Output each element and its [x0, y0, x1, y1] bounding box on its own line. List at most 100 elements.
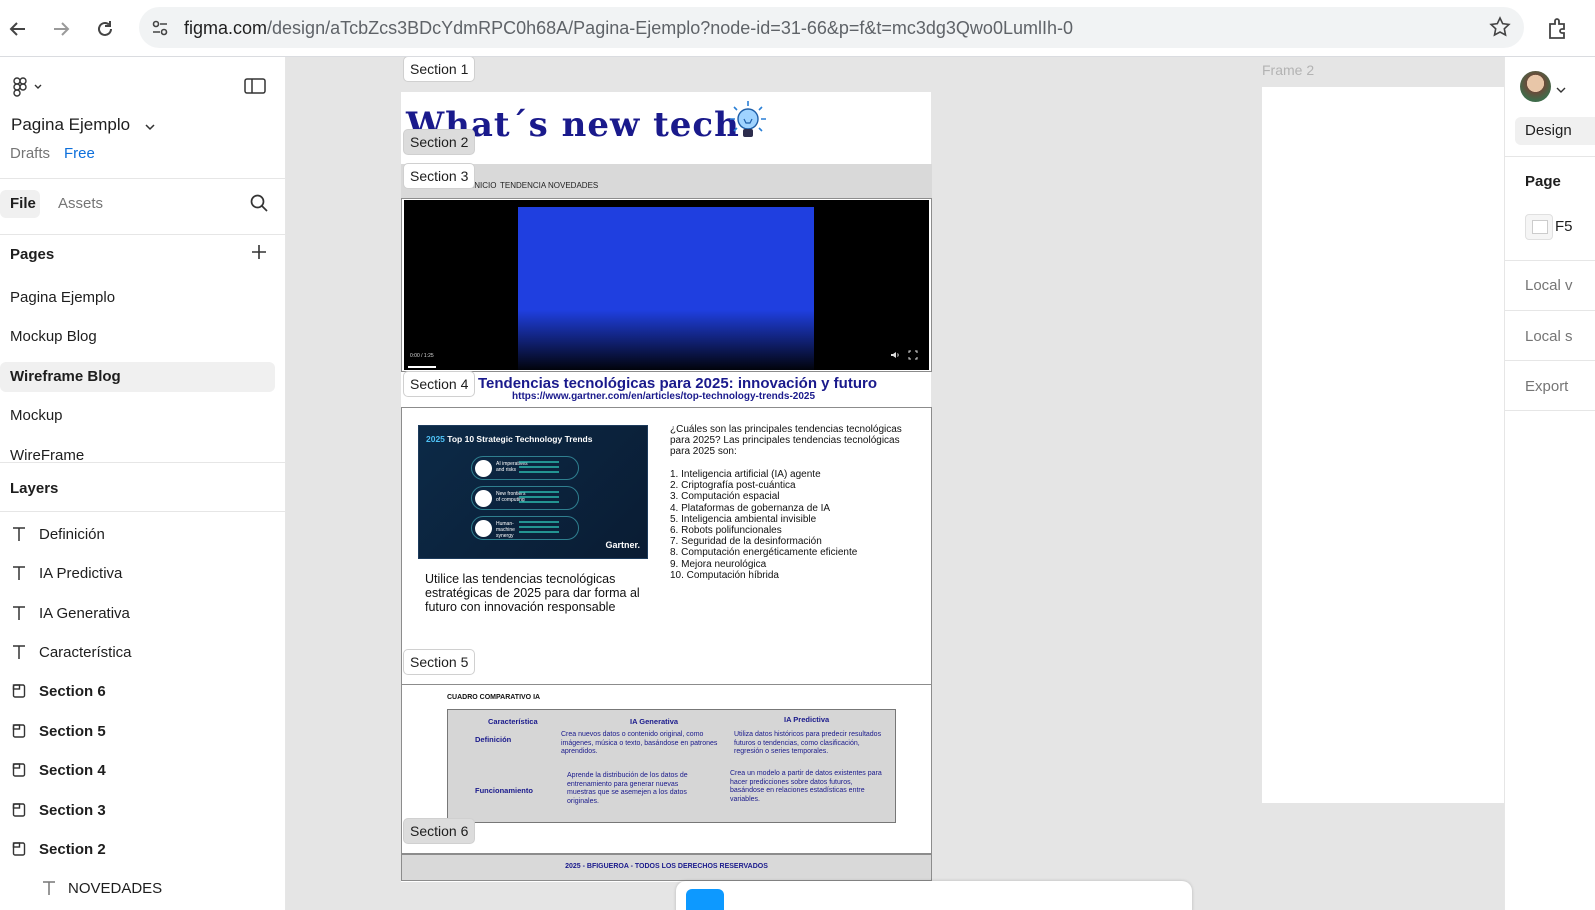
- layer-label: NOVEDADES: [68, 880, 163, 897]
- page-item-active[interactable]: Wireframe Blog: [0, 362, 275, 392]
- layer-item[interactable]: Section 3: [0, 797, 285, 827]
- section-label-6[interactable]: Section 6: [403, 818, 476, 844]
- section-label-5[interactable]: Section 5: [403, 649, 476, 675]
- add-page-icon[interactable]: [250, 243, 268, 266]
- article-title[interactable]: Tendencias tecnológicas para 2025: innov…: [478, 375, 877, 392]
- sidebar-toggle-icon: [244, 78, 266, 94]
- export-label[interactable]: Export: [1525, 378, 1568, 395]
- divider: [0, 511, 285, 512]
- divider: [0, 234, 285, 235]
- forward-button[interactable]: [46, 14, 76, 44]
- layer-item[interactable]: Definición: [0, 521, 285, 551]
- tab-file[interactable]: File: [0, 190, 40, 218]
- site-settings-icon[interactable]: [148, 16, 172, 40]
- site-footer[interactable]: 2025 - BFIGUEROA - TODOS LOS DERECHOS RE…: [401, 854, 932, 881]
- chevron-down-icon[interactable]: [144, 119, 156, 137]
- layer-label: Section 4: [39, 762, 106, 779]
- drafts-link[interactable]: Drafts: [10, 145, 50, 162]
- frame-2[interactable]: [1262, 87, 1504, 803]
- avatar[interactable]: [1520, 71, 1551, 102]
- design-canvas[interactable]: What´s new tech? INICIO TENDENCIA NOVEDA…: [286, 57, 1504, 910]
- reload-icon: [98, 21, 112, 36]
- layer-item[interactable]: NOVEDADES: [0, 875, 285, 905]
- section-5-frame[interactable]: [401, 684, 932, 854]
- divider: [1505, 260, 1595, 261]
- page-item[interactable]: Mockup Blog: [0, 322, 275, 352]
- figma-menu-button[interactable]: [10, 77, 46, 102]
- forward-arrow-icon: [54, 22, 70, 36]
- divider: [1505, 360, 1595, 361]
- plan-badge[interactable]: Free: [64, 145, 95, 162]
- section-label-1[interactable]: Section 1: [403, 57, 476, 82]
- layer-item[interactable]: Característica: [0, 639, 285, 669]
- back-button[interactable]: [3, 14, 33, 44]
- left-sidebar: Pagina Ejemplo Drafts Free File Assets P…: [0, 57, 286, 910]
- local-variables-label[interactable]: Local v: [1525, 277, 1573, 294]
- section-label-3[interactable]: Section 3: [403, 163, 476, 189]
- extensions-icon[interactable]: [1546, 16, 1570, 45]
- page-item[interactable]: WireFrame: [0, 441, 275, 471]
- layer-label: Section 5: [39, 723, 106, 740]
- page-heading: Page: [1525, 173, 1561, 190]
- layer-label: IA Generativa: [39, 605, 130, 622]
- section-3-frame[interactable]: [401, 198, 932, 372]
- nav-link-tendencia[interactable]: TENDENCIA: [500, 181, 546, 190]
- layer-label: Section 2: [39, 841, 106, 858]
- divider: [1505, 156, 1595, 157]
- text-layer-icon: [13, 645, 25, 659]
- nav-link-inicio[interactable]: INICIO: [472, 181, 496, 190]
- divider: [0, 462, 285, 463]
- layer-item[interactable]: IA Predictiva: [0, 560, 285, 590]
- layer-item[interactable]: IA Generativa: [0, 600, 285, 630]
- back-arrow-icon: [9, 22, 25, 36]
- layer-item[interactable]: Section 2: [0, 836, 285, 866]
- tab-design[interactable]: Design: [1515, 117, 1595, 145]
- file-name[interactable]: Pagina Ejemplo: [11, 115, 130, 135]
- frame-2-label[interactable]: Frame 2: [1262, 62, 1314, 78]
- section-4-frame[interactable]: [401, 407, 932, 685]
- layer-label: Definición: [39, 526, 105, 543]
- bottom-toolbar[interactable]: [676, 881, 1192, 910]
- right-sidebar: Design Page F5 Local v Local s Export: [1504, 57, 1595, 910]
- section-layer-icon: [12, 724, 26, 738]
- page-color-value[interactable]: F5: [1555, 218, 1573, 235]
- chevron-down-icon[interactable]: [1556, 81, 1566, 99]
- text-layer-icon: [13, 527, 25, 541]
- page-item[interactable]: Pagina Ejemplo: [0, 283, 275, 313]
- section-label-2[interactable]: Section 2: [403, 129, 476, 155]
- url-domain: figma.com: [184, 18, 268, 38]
- layer-item[interactable]: Section 5: [0, 718, 285, 748]
- page-color-swatch[interactable]: [1525, 214, 1553, 240]
- divider: [1505, 310, 1595, 311]
- browser-toolbar: figma.com/design/aTcbZcs3BDcYdmRPC0h68A/…: [0, 0, 1595, 57]
- text-layer-icon: [43, 881, 55, 895]
- text-layer-icon: [13, 606, 25, 620]
- article-url[interactable]: https://www.gartner.com/en/articles/top-…: [512, 391, 815, 402]
- section-layer-icon: [12, 803, 26, 817]
- move-tool-button[interactable]: [686, 889, 724, 910]
- divider: [1505, 410, 1595, 411]
- section-layer-icon: [12, 684, 26, 698]
- divider: [0, 178, 285, 179]
- pages-heading: Pages: [10, 246, 55, 263]
- section-layer-icon: [12, 842, 26, 856]
- reload-button[interactable]: [90, 14, 120, 44]
- url-path: /design/aTcbZcs3BDcYdmRPC0h68A/Pagina-Ej…: [267, 18, 1073, 38]
- layer-label: Característica: [39, 644, 132, 661]
- bookmark-star-icon[interactable]: [1489, 16, 1511, 43]
- layer-label: Section 6: [39, 683, 106, 700]
- figma-logo-icon: [13, 77, 42, 97]
- lightbulb-icon[interactable]: [728, 99, 768, 148]
- local-styles-label[interactable]: Local s: [1525, 328, 1573, 345]
- address-bar[interactable]: figma.com/design/aTcbZcs3BDcYdmRPC0h68A/…: [139, 7, 1524, 48]
- tab-assets[interactable]: Assets: [58, 195, 103, 212]
- nav-link-novedades[interactable]: NOVEDADES: [548, 181, 598, 190]
- layer-item[interactable]: Section 4: [0, 757, 285, 787]
- toggle-sidebar-button[interactable]: [244, 77, 266, 100]
- page-item[interactable]: Mockup: [0, 401, 275, 431]
- section-label-4[interactable]: Section 4: [403, 371, 476, 397]
- section-layer-icon: [12, 763, 26, 777]
- layer-item[interactable]: Section 6: [0, 678, 285, 708]
- search-icon[interactable]: [249, 193, 269, 218]
- layers-heading: Layers: [10, 480, 59, 497]
